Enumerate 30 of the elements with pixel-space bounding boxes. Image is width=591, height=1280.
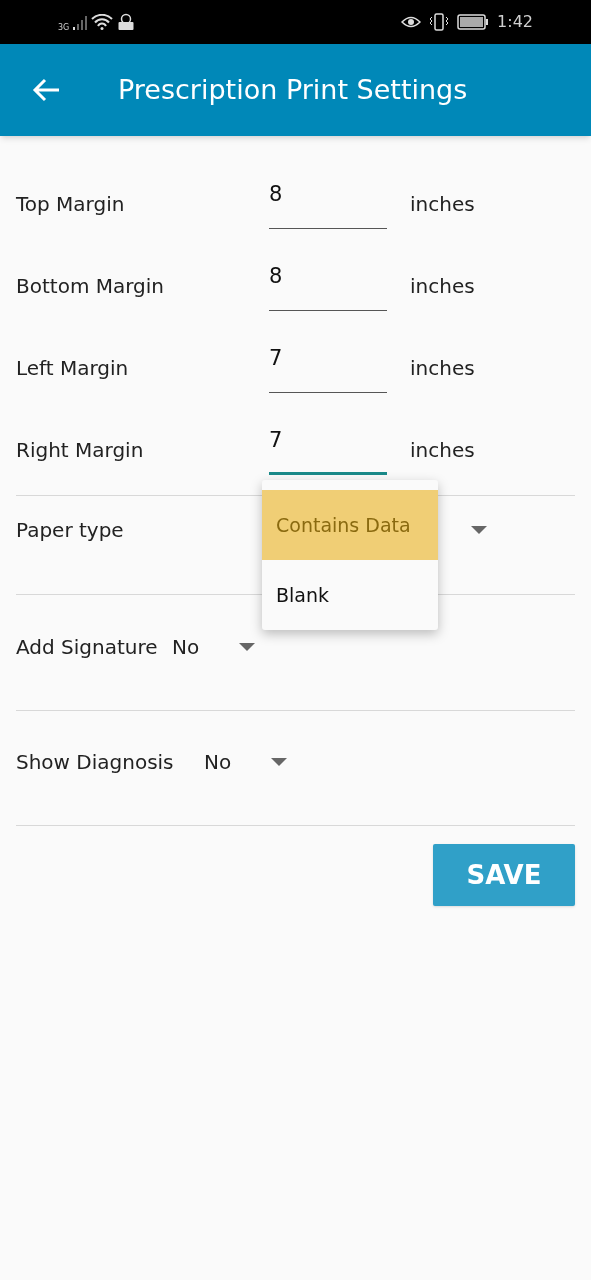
margin-input[interactable]: 7: [269, 343, 387, 393]
unit-label: inches: [410, 273, 475, 300]
network-type: 3G: [58, 22, 70, 34]
screen-title: Prescription Print Settings: [118, 72, 468, 107]
wifi-icon: [91, 14, 114, 30]
unit-label: inches: [410, 191, 475, 218]
dropdown-arrow-icon: [271, 758, 288, 766]
field-label: Paper type: [16, 517, 124, 544]
field-label: Top Margin: [16, 191, 126, 218]
margin-input[interactable]: 8: [269, 179, 387, 229]
signal-icon: [73, 14, 88, 30]
battery-icon: [457, 14, 490, 30]
field-label: Right Margin: [16, 437, 145, 464]
dropdown-arrow-icon: [239, 642, 256, 651]
unit-label: inches: [410, 355, 475, 382]
field-label: Left Margin: [16, 355, 130, 382]
margin-input[interactable]: 8: [269, 261, 387, 311]
dropdown-option[interactable]: Blank: [262, 560, 438, 630]
field-label: Show Diagnosis: [16, 749, 175, 776]
dropdown-arrow-icon: [471, 526, 487, 534]
select-dropdown[interactable]: No: [204, 747, 288, 777]
unit-label: inches: [410, 437, 475, 464]
eye-icon: [401, 15, 422, 29]
select-dropdown[interactable]: No: [172, 631, 256, 662]
back-arrow-icon: [31, 77, 61, 103]
field-label: Add Signature: [16, 633, 159, 661]
field-label: Bottom Margin: [16, 273, 166, 300]
margin-input[interactable]: 7: [269, 425, 387, 475]
vibrate-icon: [429, 13, 450, 31]
clock-time: 1:42: [497, 11, 533, 33]
